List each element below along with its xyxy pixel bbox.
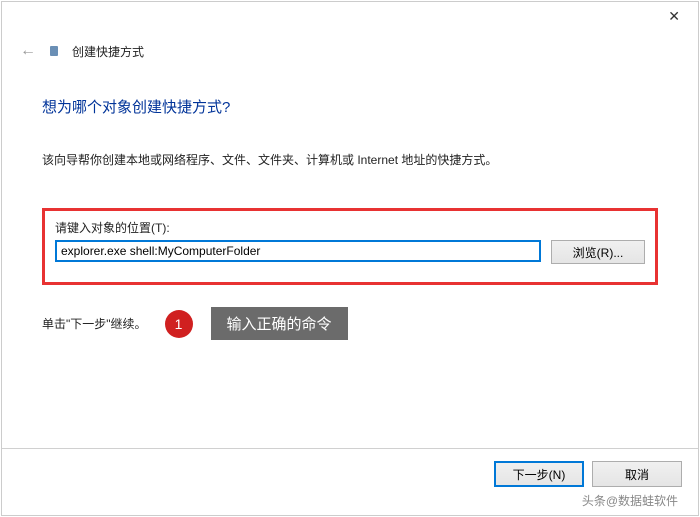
cancel-button[interactable]: 取消 <box>592 461 682 487</box>
watermark-text: 头条@数据蛙软件 <box>582 492 678 509</box>
browse-button[interactable]: 浏览(R)... <box>551 240 645 264</box>
wizard-window: ✕ ← 创建快捷方式 想为哪个对象创建快捷方式? 该向导帮你创建本地或网络程序、… <box>1 1 699 516</box>
page-heading: 想为哪个对象创建快捷方式? <box>42 96 658 117</box>
wizard-header: ← 创建快捷方式 <box>2 34 698 60</box>
wizard-title: 创建快捷方式 <box>72 43 144 60</box>
location-input[interactable] <box>55 240 541 262</box>
titlebar: ✕ <box>2 2 698 34</box>
location-label: 请键入对象的位置(T): <box>55 219 645 236</box>
wizard-footer: 下一步(N) 取消 <box>2 448 698 487</box>
wizard-content: 想为哪个对象创建快捷方式? 该向导帮你创建本地或网络程序、文件、文件夹、计算机或… <box>2 60 698 340</box>
continue-row: 单击"下一步"继续。 1 输入正确的命令 <box>42 307 658 340</box>
page-description: 该向导帮你创建本地或网络程序、文件、文件夹、计算机或 Internet 地址的快… <box>42 151 658 168</box>
continue-hint: 单击"下一步"继续。 <box>42 315 147 332</box>
close-icon[interactable]: ✕ <box>668 8 680 25</box>
annotation-badge: 1 <box>165 310 193 338</box>
next-button[interactable]: 下一步(N) <box>494 461 584 487</box>
back-arrow-icon[interactable]: ← <box>20 42 36 60</box>
shortcut-wizard-icon <box>50 46 58 56</box>
location-row: 浏览(R)... <box>55 240 645 264</box>
annotation-label: 输入正确的命令 <box>211 307 348 340</box>
annotation-highlight: 请键入对象的位置(T): 浏览(R)... <box>42 208 658 285</box>
